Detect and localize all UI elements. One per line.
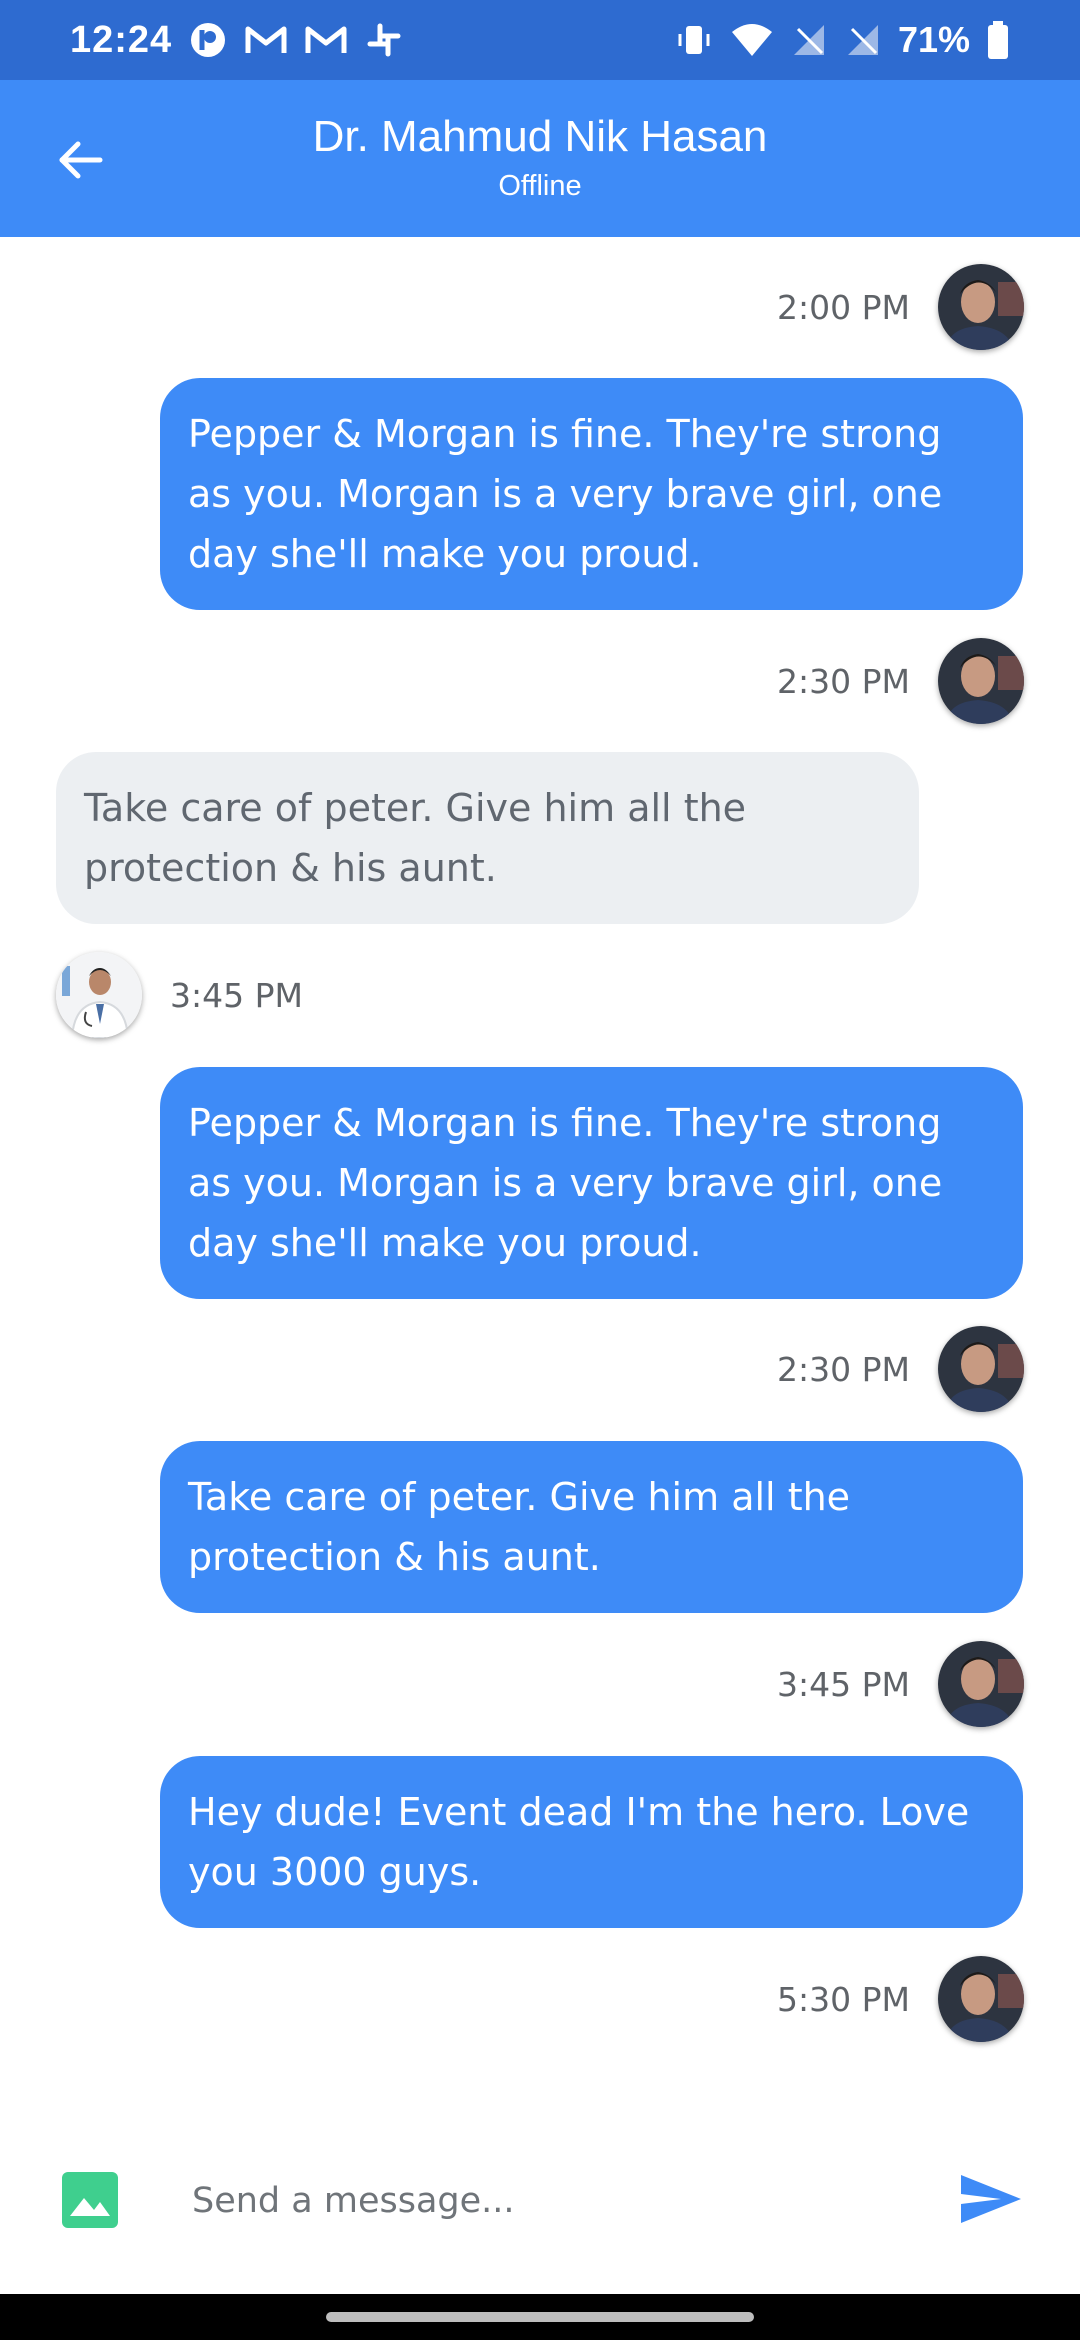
message-meta: 2:30 PM — [777, 1324, 1024, 1414]
battery-icon — [986, 20, 1010, 60]
image-icon — [70, 2198, 110, 2216]
message-time: 2:30 PM — [777, 661, 910, 701]
contact-status: Offline — [498, 170, 582, 202]
message-composer — [0, 2120, 1080, 2270]
user-avatar[interactable] — [938, 1956, 1024, 2042]
contact-name: Dr. Mahmud Nik Hasan — [312, 112, 768, 161]
user-avatar[interactable] — [938, 1641, 1024, 1727]
wifi-icon — [730, 22, 774, 58]
home-gesture-handle[interactable] — [326, 2312, 754, 2322]
system-nav-bar — [0, 2294, 1080, 2340]
message-meta: 2:00 PM — [777, 262, 1024, 352]
outgoing-message-bubble[interactable]: Hey dude! Event dead I'm the hero. Love … — [160, 1756, 1023, 1928]
message-input[interactable] — [190, 2160, 914, 2242]
app-bar: Dr. Mahmud Nik Hasan Offline — [0, 80, 1080, 237]
user-avatar[interactable] — [938, 638, 1024, 724]
user-avatar[interactable] — [938, 1326, 1024, 1412]
status-time: 12:24 — [70, 18, 173, 61]
outgoing-message-bubble[interactable]: Pepper & Morgan is fine. They're strong … — [160, 1067, 1023, 1299]
gmail-icon — [244, 23, 288, 57]
message-time: 5:30 PM — [777, 1979, 910, 2019]
doctor-avatar[interactable] — [56, 952, 142, 1038]
no-signal-icon — [790, 21, 828, 59]
message-time: 3:45 PM — [777, 1664, 910, 1704]
outgoing-message-bubble[interactable]: Take care of peter. Give him all the pro… — [160, 1441, 1023, 1613]
gmail-icon — [304, 23, 348, 57]
status-left: 12:24 — [70, 19, 404, 62]
no-signal-icon — [844, 21, 882, 59]
message-time: 2:00 PM — [777, 287, 910, 327]
send-icon — [961, 2175, 1021, 2223]
message-time: 3:45 PM — [170, 975, 303, 1015]
pinwheel-app-icon — [188, 20, 228, 60]
send-button[interactable] — [956, 2164, 1026, 2234]
slack-icon — [364, 20, 404, 60]
battery-percentage: 71% — [897, 19, 970, 60]
message-time: 2:30 PM — [777, 1349, 910, 1389]
status-bar: 12:24 71% — [0, 0, 1080, 80]
message-meta: 2:30 PM — [777, 636, 1024, 726]
status-right: 71% — [674, 19, 1010, 61]
message-meta: 3:45 PM — [777, 1639, 1024, 1729]
vibrate-icon — [674, 20, 714, 60]
message-meta: 3:45 PM — [56, 950, 303, 1040]
outgoing-message-bubble[interactable]: Pepper & Morgan is fine. They're strong … — [160, 378, 1023, 610]
user-avatar[interactable] — [938, 264, 1024, 350]
message-meta: 5:30 PM — [777, 1954, 1024, 2044]
image-attach-button[interactable] — [62, 2172, 118, 2228]
incoming-message-bubble[interactable]: Take care of peter. Give him all the pro… — [56, 752, 919, 924]
